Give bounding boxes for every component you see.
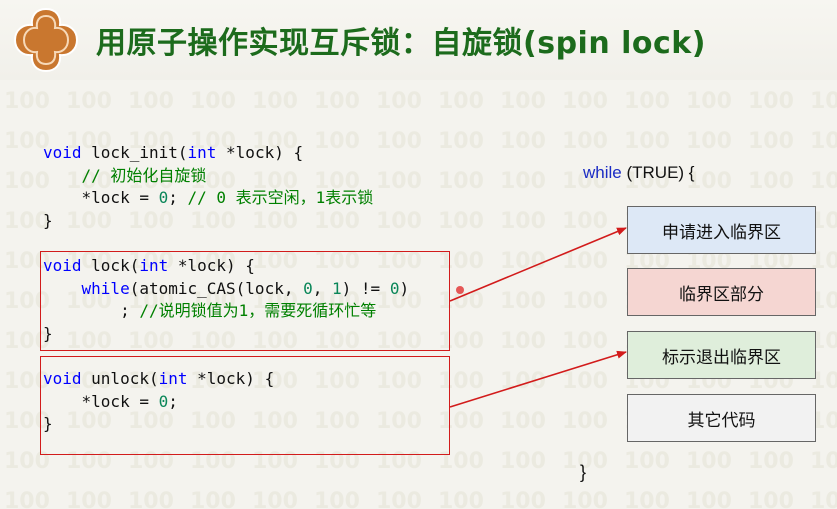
arrow-unlock-to-exit [449,350,627,408]
laser-pointer-dot [456,286,464,294]
arrow-lock-to-enter [449,227,627,302]
slide: 100 用原子操作实现互斥锁：自旋锁(spin lock) void lock_… [0,0,837,509]
arrows [449,227,627,408]
